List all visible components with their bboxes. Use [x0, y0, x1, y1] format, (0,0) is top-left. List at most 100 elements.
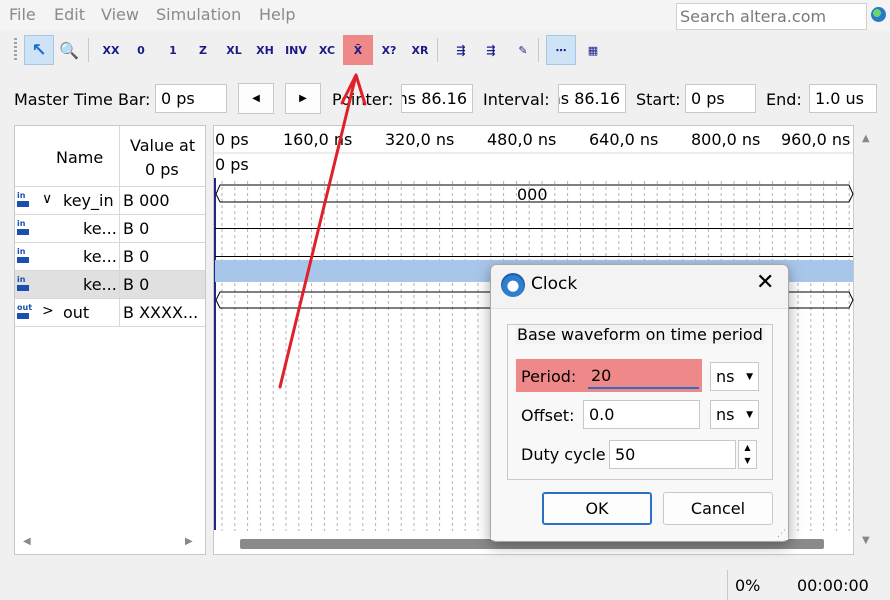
cancel-button[interactable]: Cancel [663, 492, 773, 525]
signal-row[interactable]: in ∨ key_in B 000 [15, 187, 205, 215]
arbitrary-value-button[interactable]: X? [374, 35, 404, 65]
weak-high-icon: XH [256, 43, 274, 57]
duty-cycle-spinner[interactable]: ▲ ▼ [738, 440, 757, 469]
value-column-header[interactable]: Value at [130, 136, 195, 155]
ok-button[interactable]: OK [542, 492, 652, 525]
master-time-cursor[interactable] [214, 178, 216, 530]
toolbar-separator [88, 38, 89, 62]
menu-help[interactable]: Help [259, 5, 295, 24]
menu-view[interactable]: View [101, 5, 139, 24]
time-tick-label: 800,0 ns [691, 130, 761, 149]
forcing-high-button[interactable]: 1 [158, 35, 188, 65]
menu-edit[interactable]: Edit [54, 5, 85, 24]
scroll-down-icon[interactable]: ▼ [862, 535, 870, 546]
selection-tool-button[interactable]: ↖ [24, 35, 54, 65]
status-progress: 0% [735, 576, 761, 595]
toolbar-grip[interactable] [14, 38, 17, 62]
scroll-right-icon[interactable]: ▶ [185, 536, 193, 547]
menu-simulation[interactable]: Simulation [156, 5, 241, 24]
period-unit-value: ns [716, 367, 735, 386]
weak-low-icon: XL [226, 43, 242, 57]
random-values-icon: XR [411, 43, 429, 57]
overwrite-clock-icon: X̄ [353, 43, 363, 57]
signal-name: ke... [83, 219, 117, 238]
period-input[interactable]: 20 [588, 362, 699, 389]
high-impedance-button[interactable]: Z [188, 35, 218, 65]
random-values-button[interactable]: XR [405, 35, 435, 65]
status-bar: 0% 00:00:00 [0, 570, 890, 600]
close-icon[interactable]: ✕ [756, 272, 774, 294]
menu-file[interactable]: File [9, 5, 36, 24]
search-input[interactable]: Search altera.com [676, 3, 867, 30]
invert-icon: INV [285, 43, 307, 57]
duty-cycle-input[interactable]: 50 [609, 440, 736, 469]
signal-name: ke... [83, 247, 117, 266]
spin-down-icon[interactable]: ▼ [739, 454, 756, 467]
globe-icon[interactable] [871, 7, 886, 22]
timing-simulation-button[interactable]: ⇶ [476, 35, 506, 65]
time-tick-label: 160,0 ns [283, 130, 353, 149]
time-tick-label: 640,0 ns [589, 130, 659, 149]
forcing-unknown-button[interactable]: XX [96, 35, 126, 65]
dialog-title: Clock [531, 274, 578, 294]
zoom-tool-icon: 🔍 [59, 40, 79, 60]
output-pin-icon: out [17, 304, 35, 320]
end-field[interactable]: 1.0 us [809, 84, 877, 113]
time-tick-label: 320,0 ns [385, 130, 455, 149]
previous-transition-button[interactable]: ◀ [238, 83, 274, 114]
scroll-left-icon[interactable]: ◀ [23, 536, 31, 547]
signal-row[interactable]: out > out B XXXX... [15, 299, 205, 327]
pointer-field[interactable]: 86.16 ns [401, 84, 473, 113]
chevron-down-icon: ▼ [746, 409, 753, 420]
signal-name: out [63, 303, 90, 322]
clock-dialog-icon [501, 273, 525, 297]
resize-grip-icon[interactable]: ⋰ [777, 529, 786, 539]
offset-input[interactable]: 0.0 [583, 400, 700, 429]
triangle-left-icon: ◀ [252, 93, 260, 104]
status-divider [727, 570, 728, 600]
bus-value-label: 000 [517, 185, 548, 204]
waveform-key-in-0[interactable] [215, 228, 853, 229]
interval-field[interactable]: 86.16 ns [558, 84, 626, 113]
arbitrary-value-icon: X? [381, 43, 397, 57]
chevron-right-icon[interactable]: > [42, 303, 54, 319]
forcing-unknown-icon: XX [102, 43, 120, 57]
zoom-tool-button[interactable]: 🔍 [54, 35, 84, 65]
weak-low-button[interactable]: XL [219, 35, 249, 65]
grid-settings-button[interactable]: ▦ [578, 35, 608, 65]
chevron-down-icon[interactable]: ∨ [42, 191, 52, 207]
snap-to-grid-button[interactable]: ⋯ [546, 35, 576, 65]
functional-simulation-icon: ⇶ [456, 43, 466, 57]
signal-row[interactable]: in ke... B 0 [15, 243, 205, 271]
period-unit-select[interactable]: ns ▼ [710, 362, 759, 391]
functional-simulation-button[interactable]: ⇶ [446, 35, 476, 65]
offset-unit-value: ns [716, 405, 735, 424]
signal-name: key_in [63, 191, 114, 210]
offset-unit-select[interactable]: ns ▼ [710, 400, 759, 429]
cursor-time-label: 0 ps [215, 155, 249, 174]
master-time-bar-field[interactable]: 0 ps [155, 84, 227, 113]
signal-value: B XXXX... [123, 303, 199, 322]
waveform-vertical-scrollbar[interactable]: ▲ ▼ [857, 125, 879, 555]
count-value-button[interactable]: XC [312, 35, 342, 65]
spin-up-icon[interactable]: ▲ [739, 441, 756, 454]
overwrite-clock-button[interactable]: X̄ [343, 35, 373, 65]
name-column-header[interactable]: Name [56, 148, 103, 167]
time-tick-label: 960,0 ns [781, 130, 851, 149]
next-transition-button[interactable]: ▶ [285, 83, 321, 114]
interval-label: Interval: [483, 90, 550, 109]
input-pin-icon: in [17, 248, 35, 264]
signal-row[interactable]: in ke... B 0 [15, 271, 205, 299]
waveform-key-in-1[interactable] [215, 256, 853, 257]
netlist-button[interactable]: ✎ [508, 35, 538, 65]
grid-horizontal-scrollbar[interactable]: ◀ ▶ [15, 533, 205, 553]
signal-row[interactable]: in ke... B 0 [15, 215, 205, 243]
signal-value: B 0 [123, 247, 150, 266]
forcing-low-button[interactable]: 0 [126, 35, 156, 65]
signal-name: ke... [83, 275, 117, 294]
scroll-up-icon[interactable]: ▲ [862, 133, 870, 144]
invert-button[interactable]: INV [281, 35, 311, 65]
start-field[interactable]: 0 ps [685, 84, 756, 113]
weak-high-button[interactable]: XH [250, 35, 280, 65]
cell-separator [119, 187, 120, 215]
